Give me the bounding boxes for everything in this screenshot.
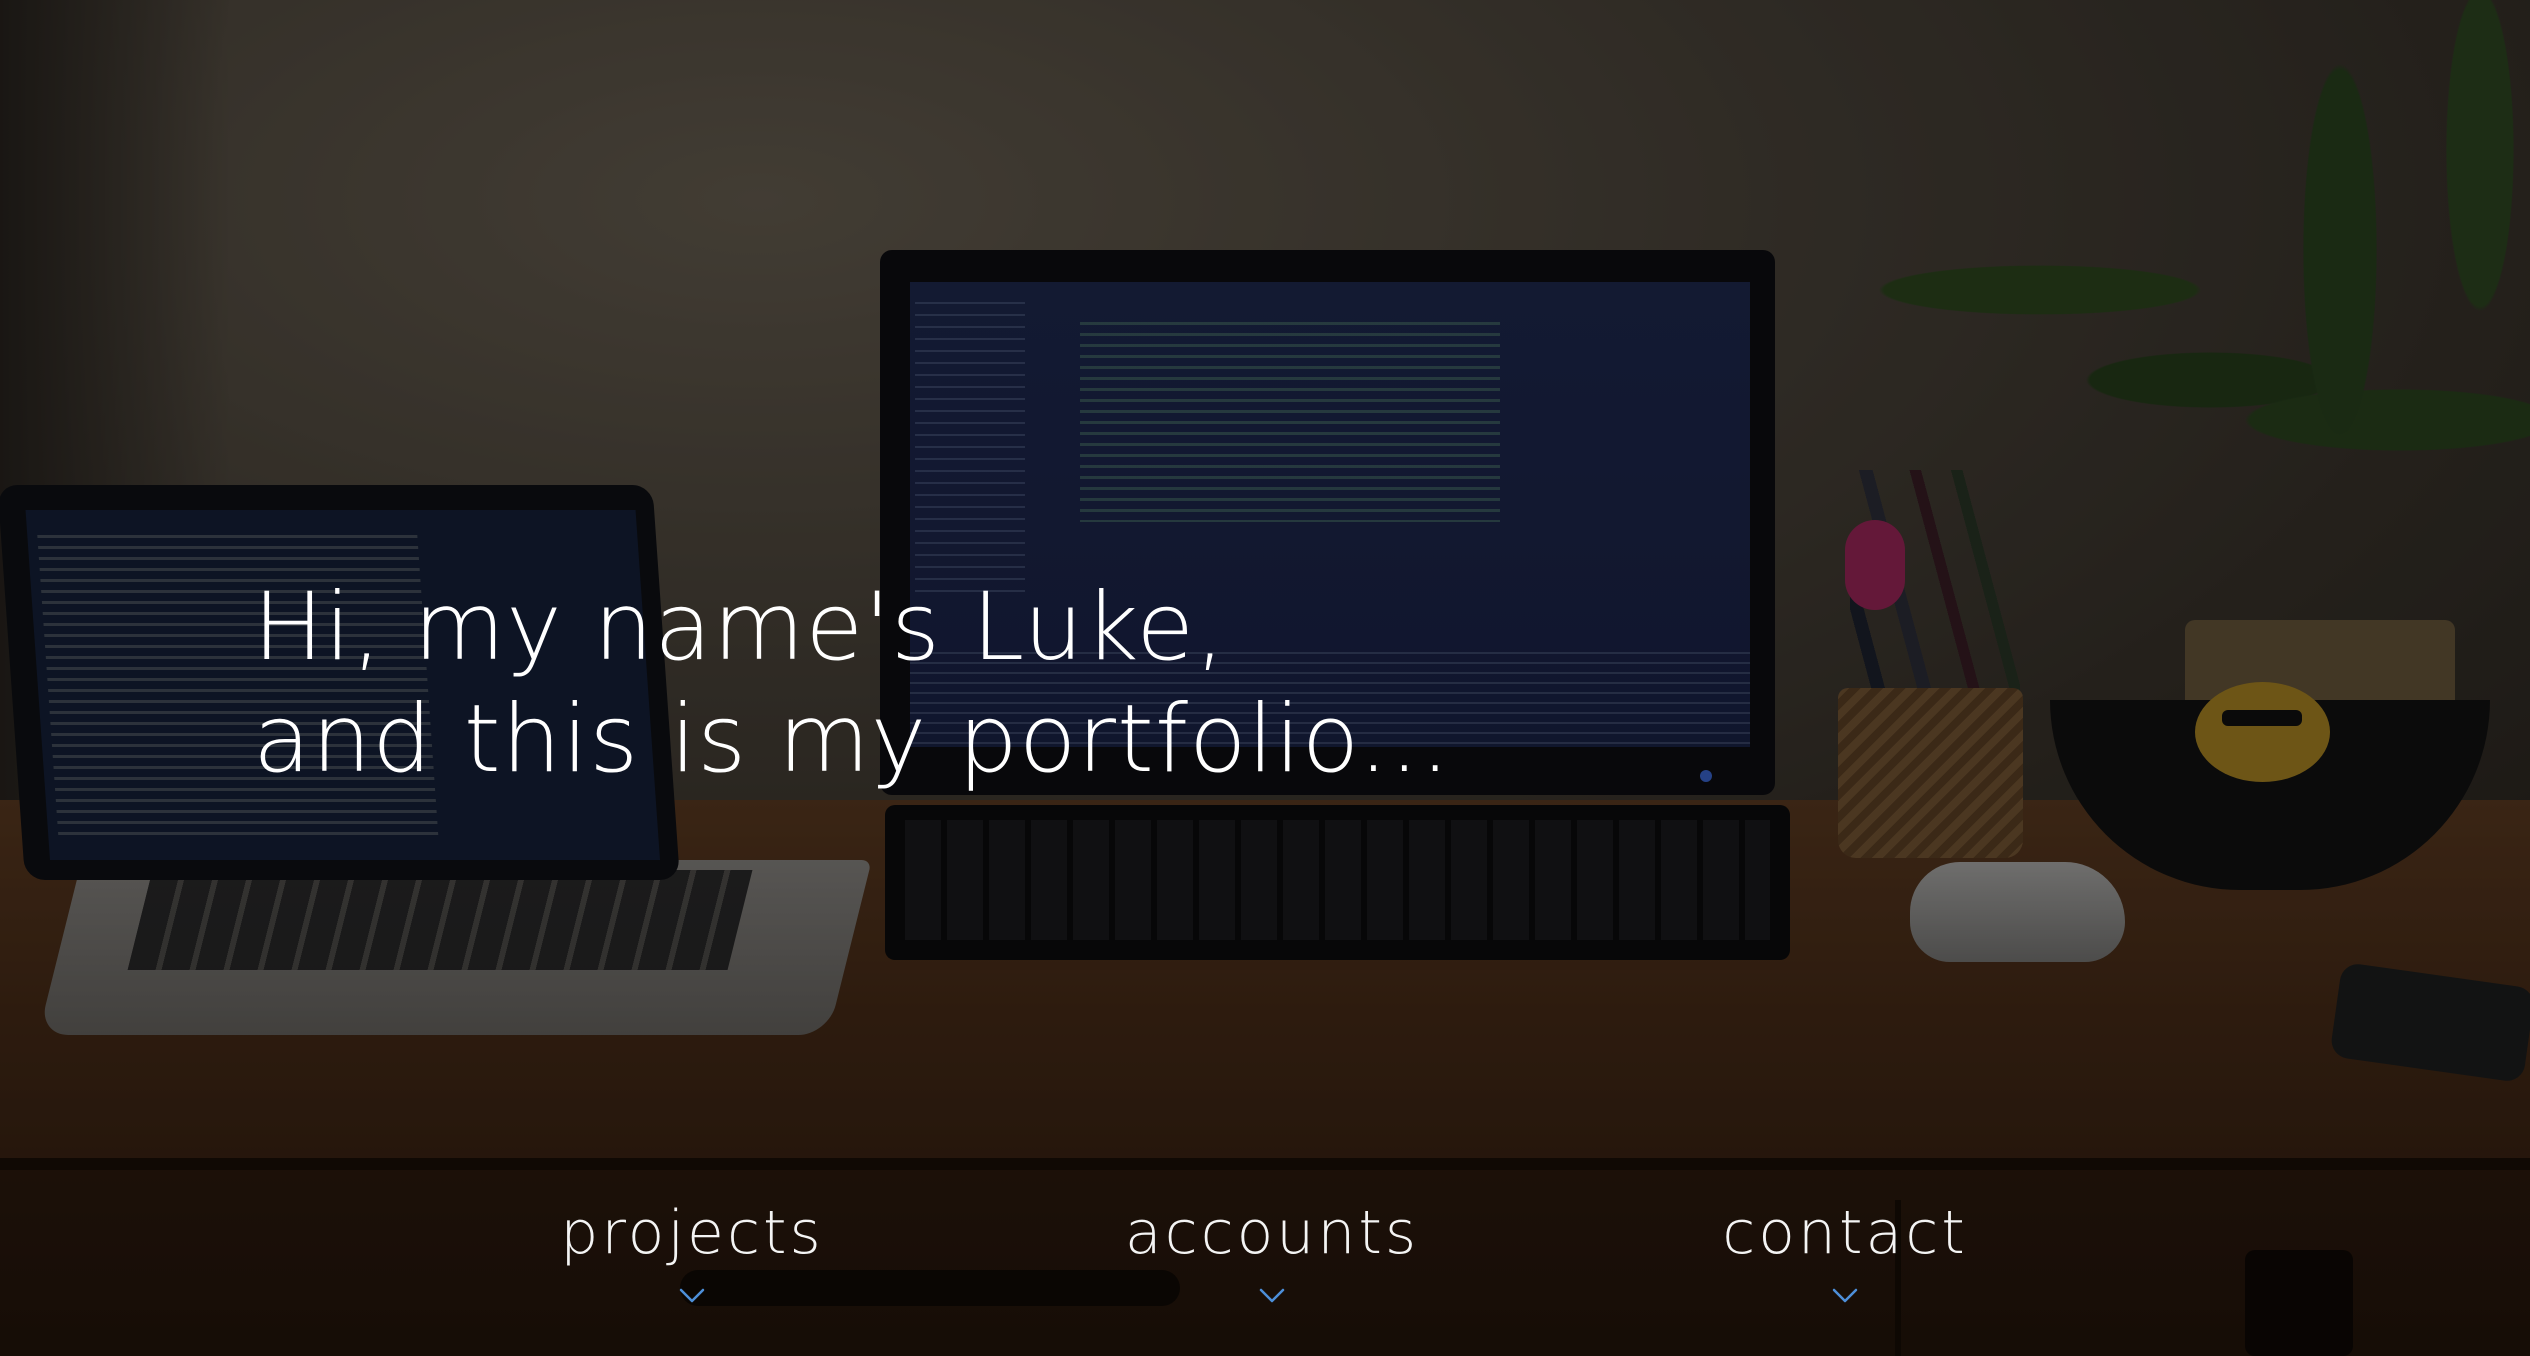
- headline-line-1: Hi, my name's Luke,: [253, 573, 1226, 682]
- hero-section: Hi, my name's Luke, and this is my portf…: [0, 0, 2530, 1356]
- nav-projects-link[interactable]: projects: [492, 1195, 892, 1309]
- section-nav: projects accounts contact: [0, 1195, 2530, 1325]
- chevron-down-icon[interactable]: [678, 1281, 706, 1309]
- chevron-down-icon[interactable]: [1258, 1281, 1286, 1309]
- nav-contact-label: contact: [1722, 1198, 1968, 1268]
- hero-headline: Hi, my name's Luke, and this is my portf…: [253, 572, 1451, 796]
- nav-accounts-link[interactable]: accounts: [1072, 1195, 1472, 1309]
- nav-contact-link[interactable]: contact: [1645, 1195, 2045, 1309]
- headline-line-2: and this is my portfolio...: [253, 685, 1452, 794]
- nav-projects-label: projects: [560, 1198, 824, 1268]
- chevron-down-icon[interactable]: [1831, 1281, 1859, 1309]
- nav-accounts-label: accounts: [1124, 1198, 1420, 1268]
